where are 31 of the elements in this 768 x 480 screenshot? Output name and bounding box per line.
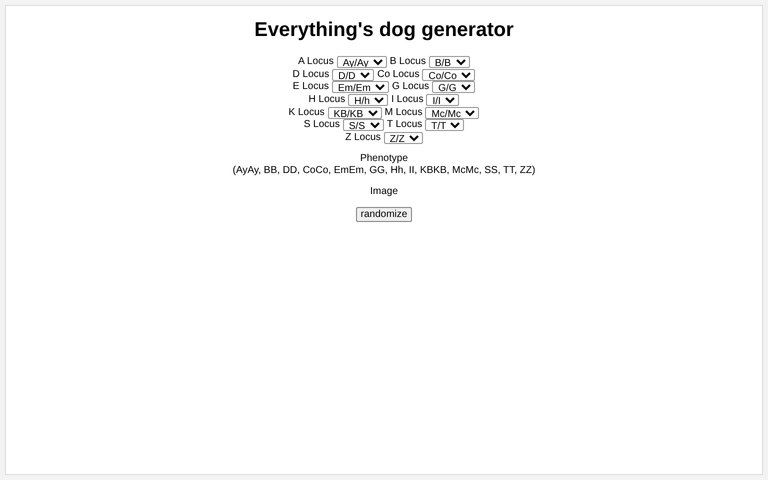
phenotype-text: (AyAy, BB, DD, CoCo, EmEm, GG, Hh, II, KBKB, McMc, SS, TT, ZZ) (232, 165, 536, 178)
locus-select[interactable]: KB/KB (328, 106, 382, 119)
randomize-button[interactable]: randomize (356, 207, 412, 222)
locus-label: M Locus (384, 106, 422, 119)
locus-select[interactable]: D/D (332, 68, 374, 81)
locus-label: G Locus (392, 81, 430, 94)
locus-select[interactable]: Em/Em (332, 81, 389, 94)
locus-select[interactable]: Mc/Mc (425, 106, 480, 119)
locus-select[interactable]: Z/Z (384, 132, 423, 144)
locus-select[interactable]: Co/Co (422, 68, 476, 81)
locus-label: S Locus (304, 119, 340, 132)
locus-label: H Locus (308, 94, 346, 106)
locus-select[interactable]: I/I (426, 94, 460, 106)
locus-label: Z Locus (345, 132, 381, 144)
locus-label: D Locus (292, 68, 330, 81)
locus-label: K Locus (288, 106, 325, 119)
locus-select[interactable]: G/G (432, 81, 476, 94)
locus-label: E Locus (292, 81, 329, 94)
locus-select[interactable]: T/T (425, 119, 464, 132)
locus-select[interactable]: B/B (428, 56, 470, 68)
locus-label: Co Locus (377, 68, 420, 81)
phenotype-heading: Phenotype (360, 153, 408, 166)
image-label: Image (370, 186, 398, 198)
locus-select[interactable]: S/S (342, 119, 384, 132)
page-title: Everything's dog generator (254, 18, 514, 43)
locus-select[interactable]: Ay/Ay (336, 56, 387, 68)
locus-label: I Locus (391, 94, 424, 106)
locus-label: A Locus (298, 56, 334, 68)
locus-label: B Locus (390, 56, 426, 68)
locus-label: T Locus (386, 119, 422, 132)
locus-select[interactable]: H/h (348, 94, 388, 106)
